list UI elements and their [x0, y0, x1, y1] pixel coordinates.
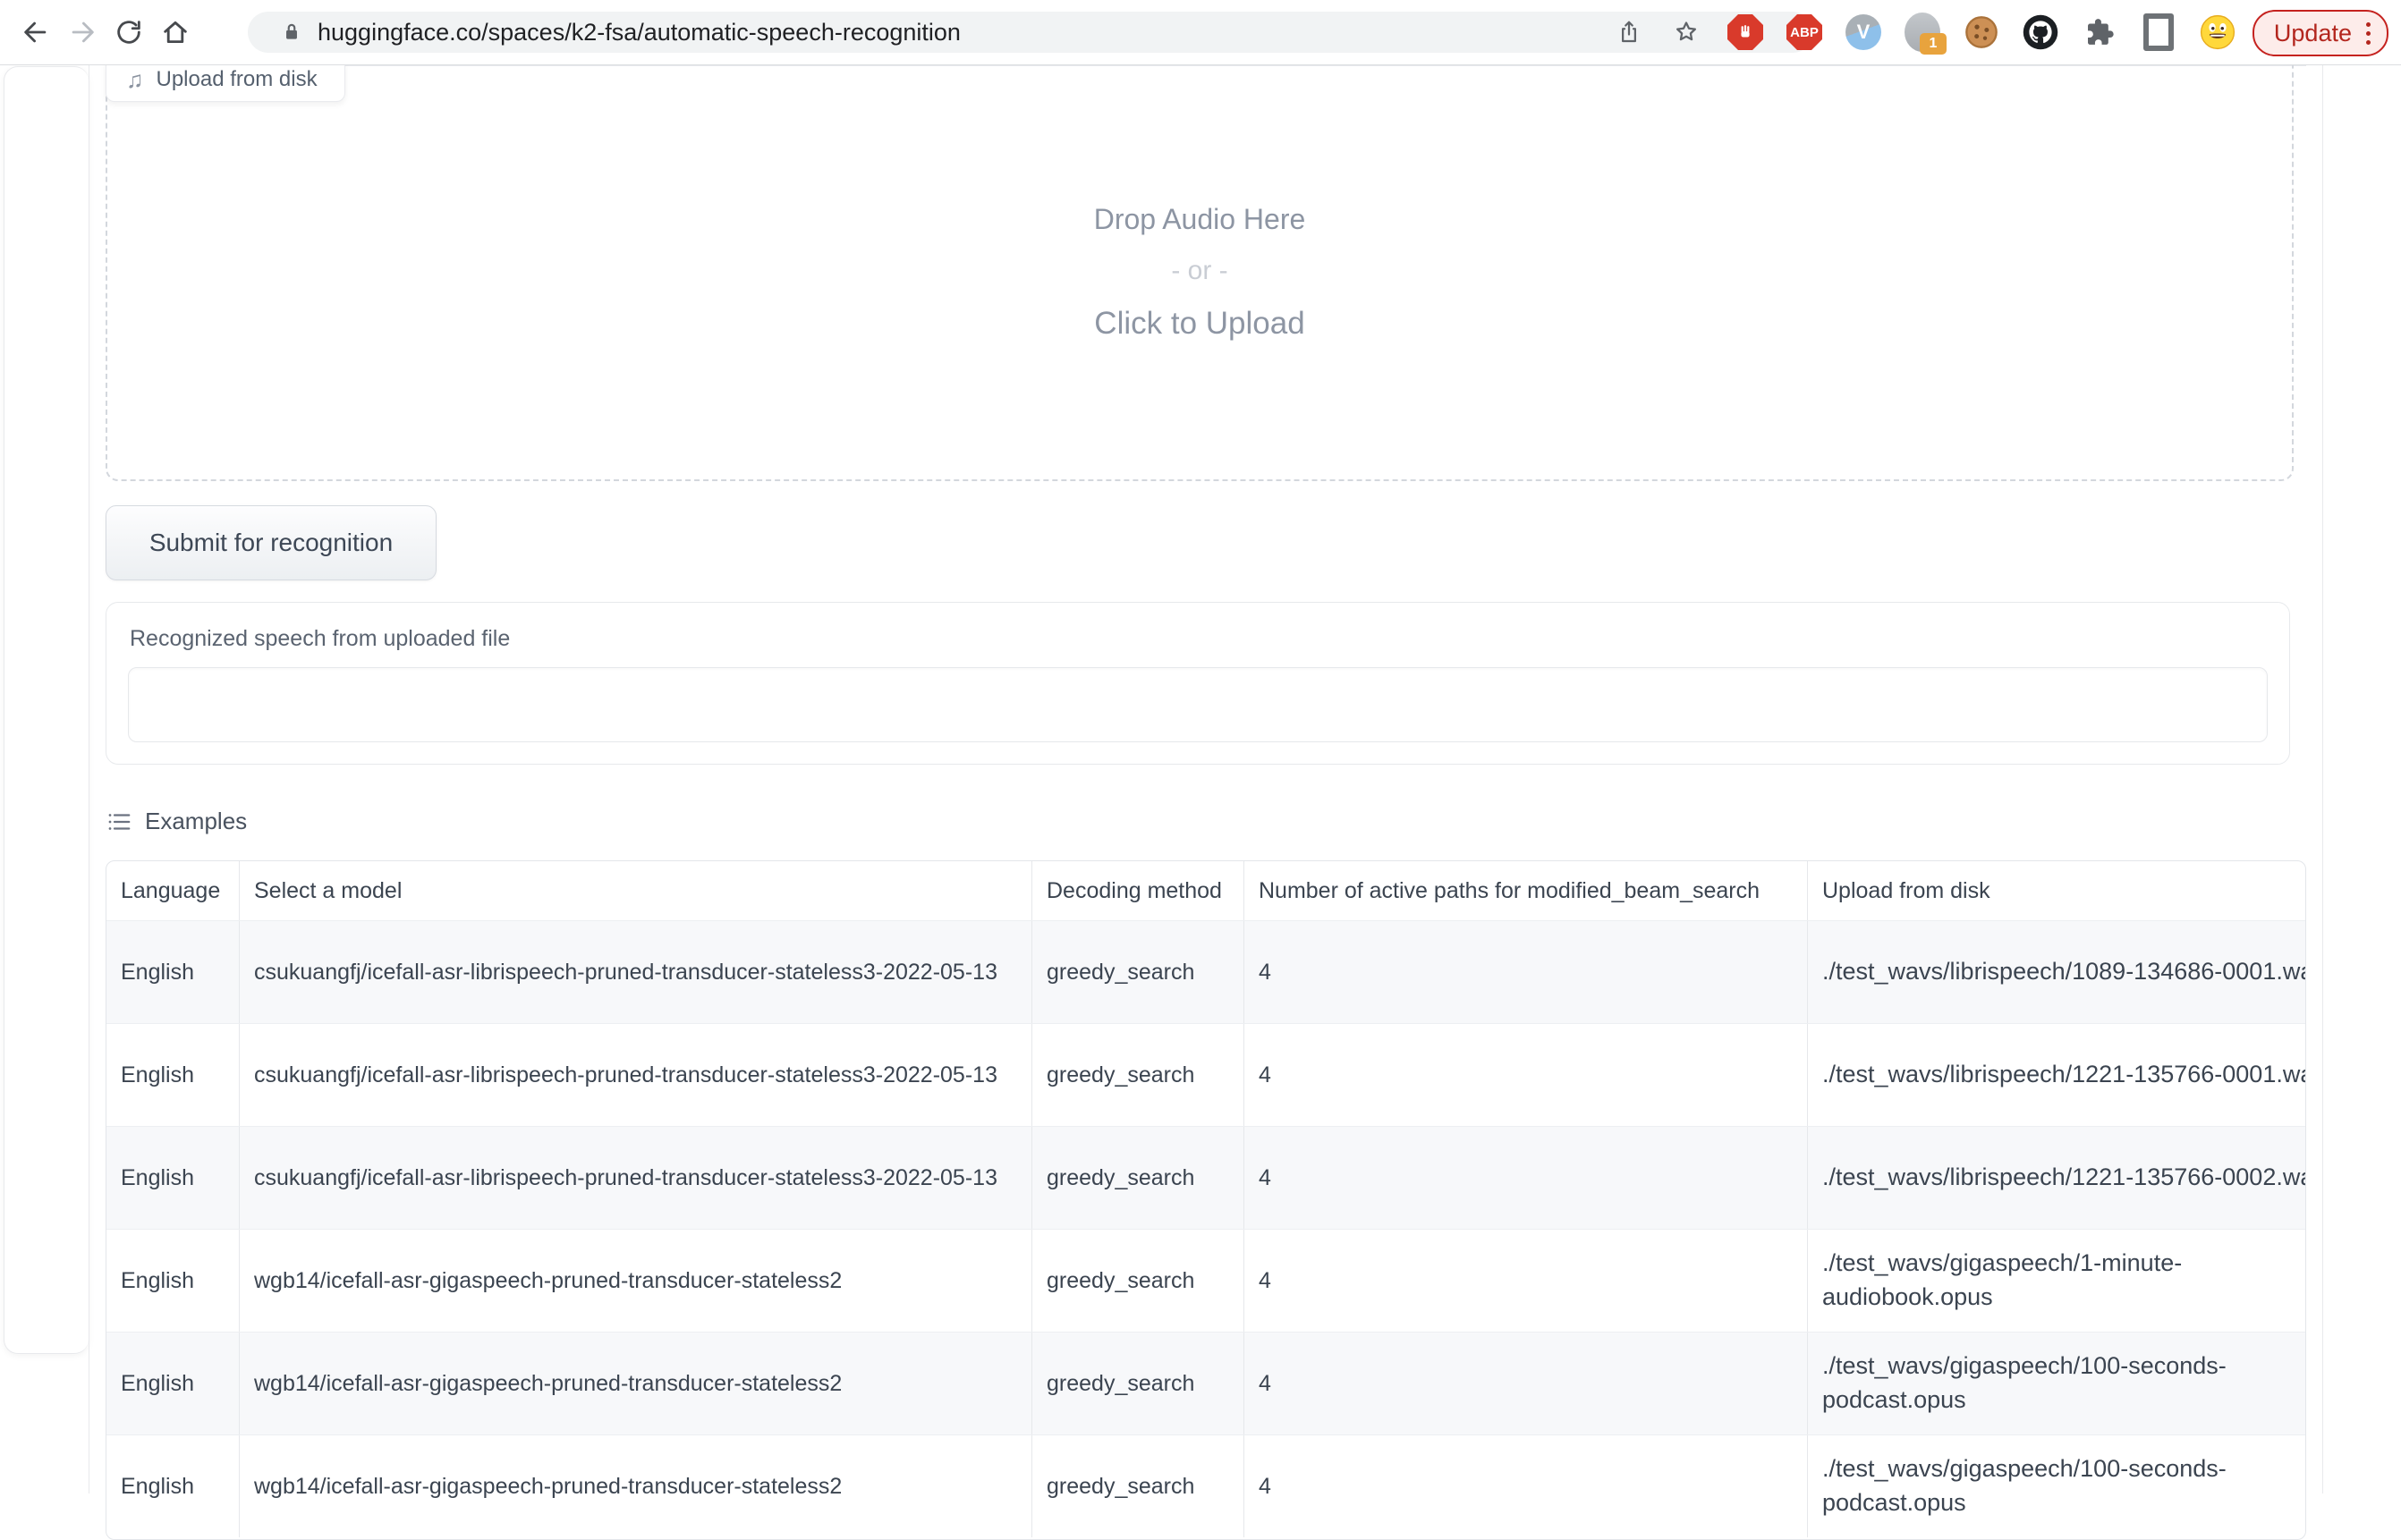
- example-table-row[interactable]: English csukuangfj/icefall-asr-librispee…: [106, 1126, 2305, 1229]
- table-header-row: Language Select a model Decoding method …: [106, 861, 2305, 920]
- extensions-row: ABP V 1: [1727, 0, 2236, 64]
- update-label: Update: [2274, 20, 2352, 47]
- share-button[interactable]: [1609, 13, 1649, 52]
- star-icon: [1673, 19, 1700, 46]
- output-panel: Recognized speech from uploaded file: [106, 602, 2290, 765]
- share-icon: [1616, 19, 1642, 46]
- home-icon: [160, 17, 191, 47]
- sidebar-extension-icon[interactable]: [2140, 13, 2177, 51]
- v-badge-icon: V: [1845, 14, 1881, 50]
- browser-toolbar: huggingface.co/spaces/k2-fsa/automatic-s…: [0, 0, 2401, 65]
- example-table-row[interactable]: English wgb14/icefall-asr-gigaspeech-pru…: [106, 1332, 2305, 1434]
- cell-model: wgb14/icefall-asr-gigaspeech-pruned-tran…: [240, 1230, 1032, 1332]
- cell-model: wgb14/icefall-asr-gigaspeech-pruned-tran…: [240, 1435, 1032, 1537]
- cell-num-active-paths: 4: [1244, 1127, 1808, 1229]
- update-button[interactable]: Update: [2253, 10, 2388, 56]
- header-num-active-paths: Number of active paths for modified_beam…: [1244, 861, 1808, 920]
- cell-num-active-paths: 4: [1244, 1333, 1808, 1434]
- smiley-extension-icon[interactable]: [2199, 13, 2236, 51]
- left-page-card: [4, 66, 89, 1354]
- back-button[interactable]: [13, 9, 59, 55]
- dropzone-line1: Drop Audio Here: [1094, 203, 1306, 236]
- cell-num-active-paths: 4: [1244, 921, 1808, 1023]
- examples-label: Examples: [145, 808, 247, 835]
- profile-extension-icon[interactable]: 1: [1904, 13, 1941, 51]
- github-octocat-icon: [2022, 13, 2059, 51]
- cell-upload-from-disk: ./test_wavs/gigaspeech/100-seconds-podca…: [1808, 1333, 2305, 1434]
- url-text: huggingface.co/spaces/k2-fsa/automatic-s…: [318, 19, 1609, 47]
- example-table-row[interactable]: English csukuangfj/icefall-asr-librispee…: [106, 920, 2305, 1023]
- cell-language: English: [106, 1230, 240, 1332]
- stop-hand-icon: [1727, 14, 1763, 50]
- extensions-puzzle-button[interactable]: [2081, 13, 2118, 51]
- submit-for-recognition-button[interactable]: Submit for recognition: [106, 505, 437, 580]
- forward-button[interactable]: [59, 9, 106, 55]
- cookie-icon: [1964, 14, 1999, 50]
- cell-language: English: [106, 1127, 240, 1229]
- cookie-extension-icon[interactable]: [1963, 13, 2000, 51]
- examples-header: Examples: [106, 808, 247, 835]
- window-rect-icon: [2143, 13, 2174, 51]
- cell-model: csukuangfj/icefall-asr-librispeech-prune…: [240, 1127, 1032, 1229]
- right-divider: [2322, 64, 2323, 1493]
- back-icon: [21, 17, 51, 47]
- puzzle-icon: [2083, 15, 2117, 49]
- audio-dropzone[interactable]: Drop Audio Here - or - Click to Upload: [106, 65, 2294, 481]
- bookmark-star-button[interactable]: [1667, 13, 1706, 52]
- cell-language: English: [106, 1333, 240, 1434]
- abp-extension-icon[interactable]: ABP: [1786, 13, 1823, 51]
- header-select-a-model: Select a model: [240, 861, 1032, 920]
- cell-num-active-paths: 4: [1244, 1435, 1808, 1537]
- output-label: Recognized speech from uploaded file: [130, 626, 510, 652]
- smiley-icon: [2199, 13, 2236, 52]
- cell-decoding-method: greedy_search: [1032, 1435, 1244, 1537]
- header-decoding-method: Decoding method: [1032, 861, 1244, 920]
- notification-badge: 1: [1920, 33, 1947, 55]
- tab-label: Upload from disk: [157, 67, 318, 92]
- cell-decoding-method: greedy_search: [1032, 1127, 1244, 1229]
- reload-icon: [114, 17, 144, 47]
- cell-upload-from-disk: ./test_wavs/librispeech/1221-135766-0001…: [1808, 1024, 2305, 1126]
- lock-icon: [280, 21, 303, 44]
- reload-button[interactable]: [106, 9, 152, 55]
- cell-decoding-method: greedy_search: [1032, 921, 1244, 1023]
- music-notes-icon: ♫: [126, 68, 144, 91]
- cell-language: English: [106, 921, 240, 1023]
- forward-icon: [67, 17, 98, 47]
- cell-model: csukuangfj/icefall-asr-librispeech-prune…: [240, 1024, 1032, 1126]
- example-table-row[interactable]: English csukuangfj/icefall-asr-librispee…: [106, 1023, 2305, 1126]
- cell-upload-from-disk: ./test_wavs/librispeech/1221-135766-0002…: [1808, 1127, 2305, 1229]
- list-icon: [106, 808, 132, 835]
- header-language: Language: [106, 861, 240, 920]
- cell-model: wgb14/icefall-asr-gigaspeech-pruned-tran…: [240, 1333, 1032, 1434]
- cell-decoding-method: greedy_search: [1032, 1024, 1244, 1126]
- cell-language: English: [106, 1435, 240, 1537]
- cell-upload-from-disk: ./test_wavs/librispeech/1089-134686-0001…: [1808, 921, 2305, 1023]
- v-extension-icon[interactable]: V: [1845, 13, 1882, 51]
- example-table-row[interactable]: English wgb14/icefall-asr-gigaspeech-pru…: [106, 1434, 2305, 1537]
- cell-upload-from-disk: ./test_wavs/gigaspeech/1-minute-audioboo…: [1808, 1230, 2305, 1332]
- example-table-row[interactable]: English wgb14/icefall-asr-gigaspeech-pru…: [106, 1229, 2305, 1332]
- dropzone-line2: - or -: [1171, 256, 1227, 286]
- url-bar[interactable]: huggingface.co/spaces/k2-fsa/automatic-s…: [248, 12, 1813, 53]
- abp-octagon-icon: ABP: [1786, 14, 1822, 50]
- github-extension-icon[interactable]: [2022, 13, 2059, 51]
- header-upload-from-disk: Upload from disk: [1808, 861, 2305, 920]
- cell-decoding-method: greedy_search: [1032, 1230, 1244, 1332]
- cell-num-active-paths: 4: [1244, 1024, 1808, 1126]
- cell-decoding-method: greedy_search: [1032, 1333, 1244, 1434]
- adblock-extension-icon[interactable]: [1727, 13, 1764, 51]
- home-button[interactable]: [152, 9, 199, 55]
- cell-upload-from-disk: ./test_wavs/gigaspeech/100-seconds-podca…: [1808, 1435, 2305, 1537]
- recognized-speech-textbox[interactable]: [128, 667, 2268, 742]
- browser-menu-icon[interactable]: [2361, 22, 2376, 45]
- dropzone-line3: Click to Upload: [1094, 306, 1304, 342]
- examples-table: Language Select a model Decoding method …: [106, 860, 2306, 1540]
- cell-language: English: [106, 1024, 240, 1126]
- cell-num-active-paths: 4: [1244, 1230, 1808, 1332]
- cell-model: csukuangfj/icefall-asr-librispeech-prune…: [240, 921, 1032, 1023]
